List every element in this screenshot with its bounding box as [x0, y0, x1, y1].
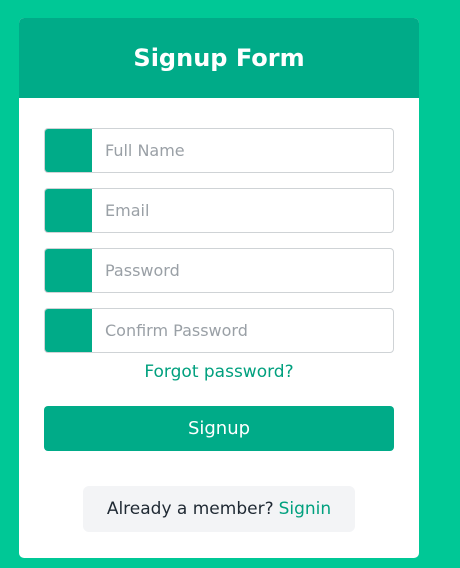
form-header: Signup Form: [19, 18, 419, 98]
field-accent: [45, 129, 92, 172]
confirm-password-input[interactable]: [92, 309, 393, 352]
member-text: Already a member?: [106, 499, 274, 519]
signup-button[interactable]: Signup: [44, 406, 394, 451]
field-accent: [45, 249, 92, 292]
full-name-input[interactable]: [92, 129, 393, 172]
email-field[interactable]: [44, 188, 394, 233]
password-field[interactable]: [44, 248, 394, 293]
email-input[interactable]: [92, 189, 393, 232]
forgot-password-link[interactable]: Forgot password?: [19, 362, 419, 382]
form-title: Signup Form: [133, 44, 305, 72]
password-input[interactable]: [92, 249, 393, 292]
signup-card: Signup Form Forgot password? Signup Alre…: [19, 18, 419, 558]
field-accent: [45, 189, 92, 232]
field-accent: [45, 309, 92, 352]
signin-prompt: Already a member? Signin: [83, 486, 355, 532]
signin-link[interactable]: Signin: [279, 499, 332, 519]
confirm-password-field[interactable]: [44, 308, 394, 353]
full-name-field[interactable]: [44, 128, 394, 173]
